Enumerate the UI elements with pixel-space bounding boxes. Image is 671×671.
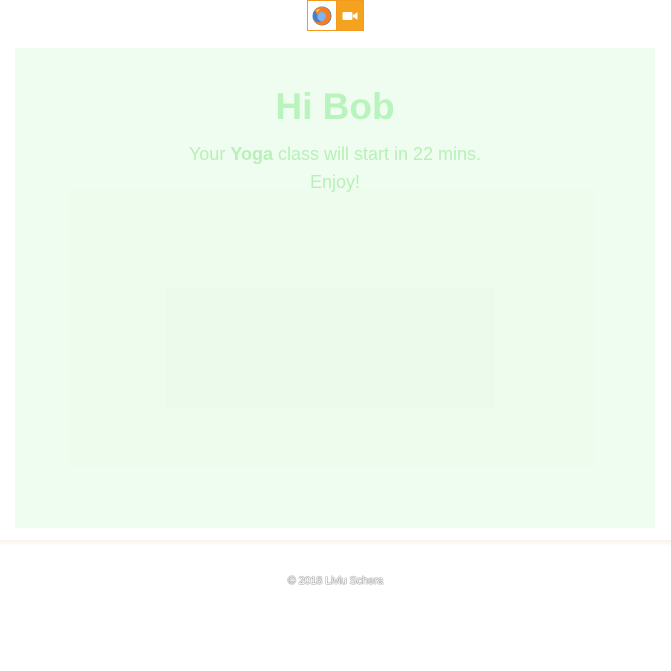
video-camera-icon: [342, 11, 358, 20]
browser-button[interactable]: [307, 0, 337, 31]
class-message-line2: Enjoy!: [309, 172, 361, 192]
class-message: Your Yoga class will start in 22 mins. E…: [15, 140, 655, 196]
firefox-icon: [312, 6, 332, 25]
hero-background-detail: [165, 288, 495, 408]
class-message-line1: Your Yoga class will start in 22 mins.: [15, 140, 655, 168]
footer-copyright: © 2018 Liviu Schera: [287, 575, 384, 587]
message-prefix: Your: [188, 144, 231, 164]
message-suffix: class will start in 22 mins.: [272, 144, 482, 164]
top-toolbar: [307, 0, 364, 31]
footer-divider: [0, 540, 671, 546]
hero-banner: Hi Bob Your Yoga class will start in 22 …: [15, 48, 655, 528]
video-button[interactable]: [337, 0, 364, 31]
greeting-title: Hi Bob: [275, 86, 395, 127]
class-name: Yoga: [230, 144, 273, 164]
